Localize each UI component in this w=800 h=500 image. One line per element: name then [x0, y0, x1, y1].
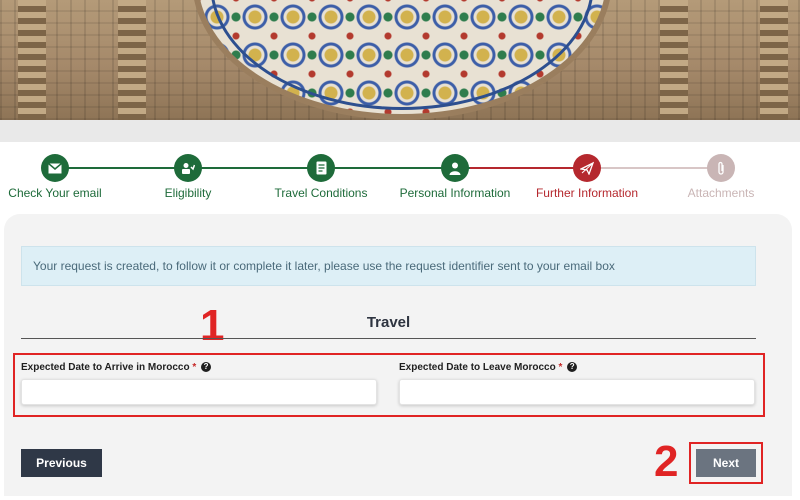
- leave-date-label: Expected Date to Leave Morocco * ?: [399, 362, 578, 373]
- step-travel-conditions[interactable]: Travel Conditions: [251, 154, 391, 200]
- step-personal-information[interactable]: Personal Information: [385, 154, 525, 200]
- mosaic-arch-border: [210, 0, 594, 110]
- eligibility-icon: [174, 154, 202, 182]
- leave-date-input[interactable]: [399, 379, 755, 405]
- step-label: Personal Information: [399, 186, 511, 200]
- step-label: Travel Conditions: [274, 186, 368, 200]
- required-asterisk: *: [558, 362, 563, 373]
- paperclip-icon: [707, 154, 735, 182]
- section-title: Travel: [366, 314, 411, 331]
- step-label: Eligibility: [164, 186, 212, 200]
- required-asterisk: *: [192, 362, 197, 373]
- annotation-number-2: 2: [654, 437, 679, 486]
- banner-ornament: [660, 0, 688, 120]
- step-label: Check Your email: [8, 186, 102, 200]
- step-label: Attachments: [687, 186, 755, 200]
- banner-ornament: [760, 0, 788, 120]
- help-icon[interactable]: ?: [201, 362, 212, 373]
- document-icon: [307, 154, 335, 182]
- next-button[interactable]: Next: [696, 449, 756, 477]
- step-check-email[interactable]: Check Your email: [0, 154, 125, 200]
- header-banner: [0, 0, 800, 120]
- envelope-icon: [41, 154, 69, 182]
- person-icon: [441, 154, 469, 182]
- progress-stepper: Check Your email Eligibility Travel Cond…: [0, 142, 800, 212]
- step-further-information[interactable]: Further Information: [517, 154, 657, 200]
- info-alert: Your request is created, to follow it or…: [21, 246, 756, 286]
- arrive-date-label-text: Expected Date to Arrive in Morocco: [21, 362, 190, 373]
- previous-button[interactable]: Previous: [21, 449, 102, 477]
- step-eligibility[interactable]: Eligibility: [118, 154, 258, 200]
- help-icon[interactable]: ?: [567, 362, 578, 373]
- banner-divider: [0, 120, 800, 142]
- plane-icon: [573, 154, 601, 182]
- step-label: Further Information: [535, 186, 639, 200]
- step-attachments[interactable]: Attachments: [651, 154, 791, 200]
- section-divider: [21, 338, 756, 339]
- leave-date-label-text: Expected Date to Leave Morocco: [399, 362, 556, 373]
- banner-ornament: [18, 0, 46, 120]
- arrive-date-input[interactable]: [21, 379, 377, 405]
- arrive-date-label: Expected Date to Arrive in Morocco * ?: [21, 362, 212, 373]
- banner-ornament: [118, 0, 146, 120]
